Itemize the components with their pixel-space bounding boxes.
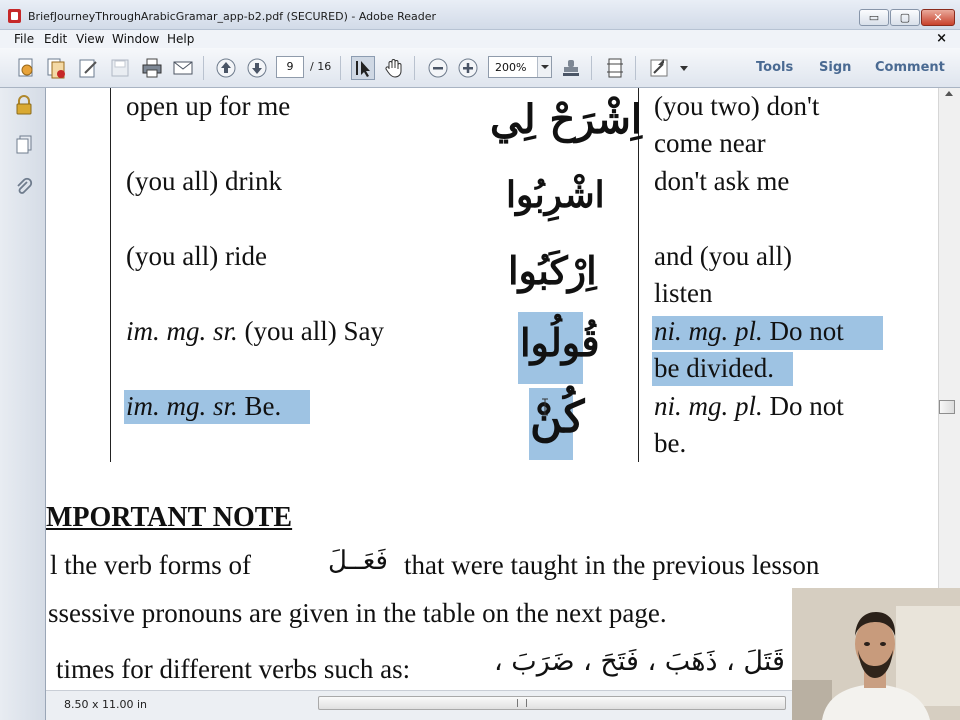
combine-files-icon[interactable] [44,56,68,80]
lock-icon[interactable] [14,94,34,116]
menu-bar: File Edit View Window Help × [0,30,960,48]
english-meaning: im. mg. sr. (you all) Say [126,316,384,347]
english-gloss: Be. [237,391,282,421]
english-meaning: (you all) ride [126,241,267,271]
chevron-down-icon[interactable] [537,57,551,77]
arabic-verb: اشْرِبُوا [506,174,605,216]
english-meaning: im. mg. sr. Be. [126,391,281,422]
arabic-verb: قُولُوا [520,320,600,365]
zoom-in-icon[interactable] [456,56,480,80]
paragraph-line: ssessive pronouns are given in the table… [48,598,667,628]
grammar-abbreviation: im. mg. sr. [126,391,238,421]
toolbar-separator [203,56,204,80]
email-icon[interactable] [171,56,195,80]
adobe-reader-window: BriefJourneyThroughArabicGramar_app-b2.p… [0,0,960,720]
negative-meaning: ni. mg. pl. Do not [654,391,844,422]
edit-pdf-icon[interactable] [76,56,100,80]
sign-pane-button[interactable]: Sign [819,60,851,75]
english-meaning: open up for me [126,91,291,121]
grammar-abbreviation: ni. mg. pl. [654,316,763,346]
adobe-reader-app-icon [8,9,21,23]
zoom-out-icon[interactable] [426,56,450,80]
text-cursor-icon [542,398,548,416]
menu-edit[interactable]: Edit [44,32,67,46]
paragraph-line: times for different verbs such as: [56,654,411,684]
page-total: / 16 [310,60,332,73]
select-tool-icon[interactable] [351,56,375,80]
menu-view[interactable]: View [76,32,104,46]
negative-meaning: come near [654,128,766,158]
negative-meaning: ni. mg. pl. Do not [654,316,844,347]
section-heading: MPORTANT NOTE [46,502,293,533]
close-document-button[interactable]: × [936,31,947,46]
scrollbar-grip[interactable] [517,699,527,707]
negative-gloss: Do not [762,391,844,421]
hand-tool-icon[interactable] [382,56,406,80]
webcam-overlay [792,588,960,720]
previous-page-icon[interactable] [214,56,238,80]
full-screen-icon[interactable] [647,56,671,80]
negative-meaning: (you two) don't [654,91,820,121]
window-title: BriefJourneyThroughArabicGramar_app-b2.p… [28,10,437,23]
close-window-button[interactable]: ✕ [921,9,955,26]
scroll-up-icon[interactable] [945,91,953,96]
print-icon[interactable] [140,56,164,80]
stamp-icon[interactable] [559,56,583,80]
zoom-value: 200% [495,61,527,74]
menu-window[interactable]: Window [112,32,159,46]
tools-pane-button[interactable]: Tools [756,60,793,75]
arabic-inline-word: قَتَلَ ، ذَهَبَ ، فَتَحَ ، ضَرَبَ ، [494,646,785,677]
menu-file[interactable]: File [14,32,34,46]
paragraph-line: that were taught in the previous lesson [404,550,820,580]
next-page-icon[interactable] [245,56,269,80]
toolbar-separator [414,56,415,80]
save-icon[interactable] [108,56,132,80]
horizontal-scrollbar[interactable] [318,696,786,710]
arabic-inline-word: فَعَــلَ [328,546,388,576]
create-pdf-icon[interactable] [14,56,38,80]
grammar-abbreviation: ni. mg. pl. [654,391,763,421]
toolbar-separator [635,56,636,80]
minimize-button[interactable]: ▭ [859,9,889,26]
menu-help[interactable]: Help [167,32,194,46]
negative-meaning: be. [654,428,687,458]
english-meaning: (you all) drink [126,166,282,196]
zoom-select[interactable]: 200% [488,56,552,78]
title-bar: BriefJourneyThroughArabicGramar_app-b2.p… [0,0,960,30]
paragraph-line: l the verb forms of [50,550,251,580]
arabic-verb: كُنْ [530,392,585,443]
customize-toolbar-icon[interactable] [677,56,691,80]
grammar-abbreviation: im. mg. sr. [126,316,238,346]
comment-pane-button[interactable]: Comment [875,60,945,75]
toolbar [0,48,960,88]
presenter-video [792,588,960,720]
arabic-verb: اِرْكَبُوا [508,248,597,293]
toolbar-separator [591,56,592,80]
page-thumbnails-icon[interactable] [14,134,34,156]
page-number-input[interactable]: 9 [276,56,304,78]
negative-gloss: Do not [762,316,844,346]
toolbar-separator [340,56,341,80]
scrollbar-thumb[interactable] [939,400,955,414]
negative-meaning: listen [654,278,713,308]
negative-meaning: and (you all) [654,241,792,271]
arabic-verb: اِشْرَحْ لِي [490,96,642,143]
table-divider [110,88,111,462]
negative-meaning: be divided. [654,353,774,383]
table-divider [638,88,639,462]
negative-meaning: don't ask me [654,166,790,196]
fit-page-icon[interactable] [603,56,627,80]
page-size-label: 8.50 x 11.00 in [64,698,148,711]
english-gloss: (you all) Say [237,316,385,346]
attachments-icon[interactable] [14,176,34,198]
maximize-button[interactable]: ▢ [890,9,920,26]
navigation-pane [0,88,46,720]
